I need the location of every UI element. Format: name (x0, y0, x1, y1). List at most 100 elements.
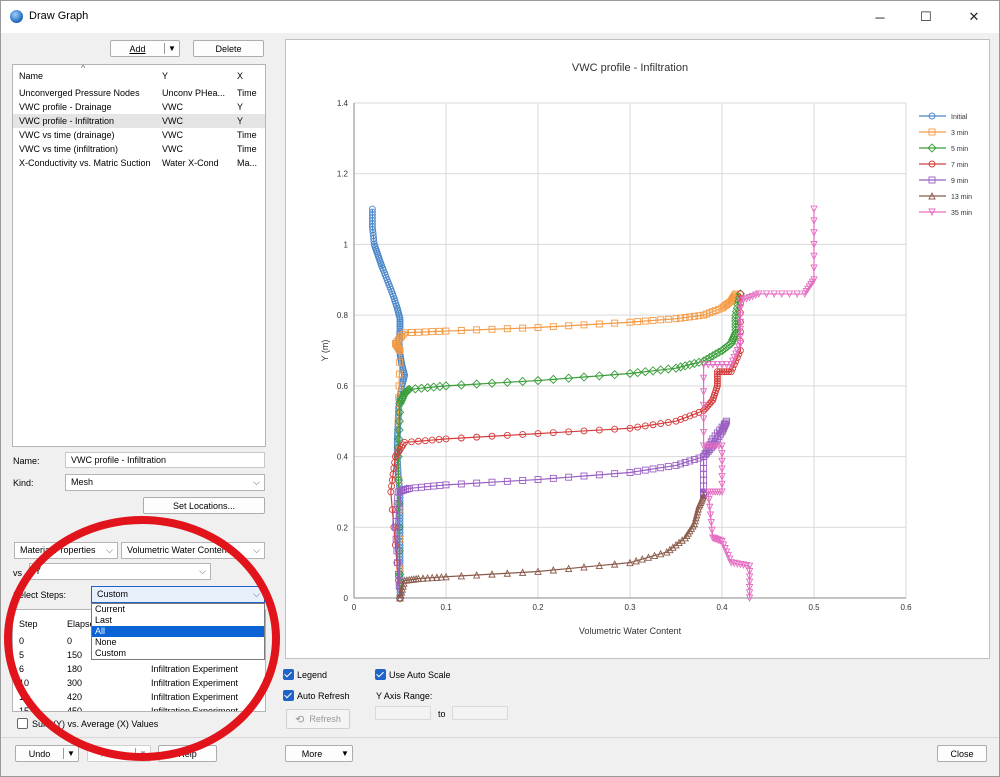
list-item-y: VWC (162, 144, 183, 154)
graph-list-header: Name Y X (13, 69, 265, 83)
table-row[interactable]: 10 300 Infiltration Experiment (13, 676, 265, 690)
column-header-x[interactable]: X (237, 69, 265, 83)
quantity-value: Volumetric Water Content (127, 545, 230, 555)
x-tick-label: 0.5 (808, 603, 820, 612)
option-current[interactable]: Current (92, 604, 264, 615)
add-label: Add (129, 43, 146, 54)
list-item-x: Time (237, 130, 257, 140)
y-tick-label: 0.4 (337, 453, 349, 462)
minimize-button[interactable]: ─ (857, 1, 903, 33)
undo-label: Undo (28, 748, 51, 759)
chart-panel: 0 0.1 0.2 0.3 0.4 0.5 0.6 0 0.2 0.4 0.6 0.8 1 1.2 1.4 V… (285, 39, 990, 659)
list-item-x: Time (237, 144, 257, 154)
to-label: to (438, 709, 446, 719)
description-cell: Infiltration Experiment (151, 706, 239, 712)
name-field[interactable]: VWC profile - Infiltration (65, 452, 265, 468)
column-header-y[interactable]: Y (162, 69, 232, 83)
list-item-x: Time (237, 88, 257, 98)
sum-average-checkbox[interactable] (17, 718, 28, 729)
y-tick-label: 1.2 (337, 170, 349, 179)
redo-button[interactable]: Redo ▼ (87, 745, 151, 762)
option-last[interactable]: Last (92, 615, 264, 626)
select-steps-value: Custom (97, 589, 129, 599)
chart-title: VWC profile - Infiltration (572, 62, 688, 74)
series-line (390, 293, 741, 599)
option-none[interactable]: None (92, 637, 264, 648)
app-icon (10, 10, 23, 23)
chevron-down-icon[interactable]: ▼ (64, 749, 78, 758)
draw-graph-window: Draw Graph ─ ☐ ✕ Add ▼ Delete ^ Name Y X… (0, 0, 1000, 777)
kind-select[interactable]: Mesh ⌵ (65, 474, 265, 491)
list-item-name: VWC vs time (infiltration) (19, 144, 119, 154)
list-item[interactable]: VWC vs time (infiltration) VWC Time (13, 142, 265, 156)
close-button[interactable]: Close (937, 745, 987, 762)
y-axis-max-field[interactable] (452, 706, 508, 720)
elapsed-cell: 450 (67, 706, 83, 712)
add-button[interactable]: Add ▼ (110, 40, 180, 57)
elapsed-cell: 180 (67, 664, 83, 674)
sum-average-label: Sum (Y) vs. Average (X) Values (32, 719, 159, 729)
y-axis-range-label: Y Axis Range: (376, 691, 433, 701)
chevron-down-icon[interactable]: ▼ (136, 749, 150, 758)
kind-label: Kind: (13, 478, 34, 488)
legend-label: 5 min (951, 146, 968, 153)
y-tick-label: 0.2 (337, 523, 349, 532)
chevron-down-icon: ⌵ (199, 566, 206, 576)
list-item-name: Unconverged Pressure Nodes (19, 88, 140, 98)
step-cell: 14 (19, 692, 30, 702)
list-item[interactable]: VWC profile - Drainage VWC Y (13, 100, 265, 114)
chevron-down-icon: ⌵ (253, 589, 260, 599)
auto-refresh-checkbox[interactable] (283, 690, 294, 701)
delete-button[interactable]: Delete (193, 40, 264, 57)
table-row[interactable]: 14 420 Infiltration Experiment (13, 690, 265, 704)
description-cell: Infiltration Experiment (151, 664, 239, 674)
close-window-button[interactable]: ✕ (951, 1, 997, 33)
category-select[interactable]: Material Properties ⌵ (14, 542, 118, 559)
description-cell: Infiltration Experiment (151, 678, 239, 688)
list-item-y: Unconv PHea... (162, 88, 226, 98)
legend-label: 7 min (951, 162, 968, 169)
chevron-down-icon[interactable]: ▼ (165, 44, 179, 53)
table-row[interactable]: 6 180 Infiltration Experiment (13, 662, 265, 676)
step-cell: 10 (19, 678, 30, 688)
series-line (703, 209, 815, 598)
undo-button[interactable]: Undo ▼ (15, 745, 79, 762)
graph-list[interactable]: ^ Name Y X Unconverged Pressure Nodes Un… (12, 64, 266, 447)
help-button[interactable]: Help (158, 745, 217, 762)
option-all[interactable]: All (92, 626, 264, 637)
x-tick-label: 0.6 (900, 603, 912, 612)
list-item[interactable]: X-Conductivity vs. Matric Suction Water … (13, 156, 265, 170)
set-locations-button[interactable]: Set Locations... (143, 497, 265, 514)
list-item-selected[interactable]: VWC profile - Infiltration VWC Y (13, 114, 265, 128)
list-item[interactable]: Unconverged Pressure Nodes Unconv PHea..… (13, 86, 265, 100)
refresh-button[interactable]: ⟲ Refresh (286, 709, 350, 729)
quantity-select[interactable]: Volumetric Water Content ⌵ (121, 542, 265, 559)
y-axis-label: Y (m) (320, 340, 330, 362)
footer-divider (1, 737, 999, 738)
column-header-step[interactable]: Step (19, 617, 38, 631)
vs-select[interactable]: Y ⌵ (29, 563, 211, 580)
vwc-chart: 0 0.1 0.2 0.3 0.4 0.5 0.6 0 0.2 0.4 0.6 0.8 1 1.2 1.4 V… (320, 62, 972, 636)
use-auto-scale-label: Use Auto Scale (389, 670, 451, 680)
kind-value: Mesh (71, 477, 94, 487)
redo-label: Redo (100, 748, 123, 759)
list-item-x: Ma... (237, 158, 258, 168)
y-axis-min-field[interactable] (375, 706, 431, 720)
legend-label: 35 min (951, 210, 972, 217)
chevron-down-icon[interactable]: ▼ (338, 749, 352, 758)
select-steps-select[interactable]: Custom ⌵ (91, 586, 265, 603)
step-cell: 6 (19, 664, 25, 674)
list-item-x: Y (237, 116, 244, 126)
list-item[interactable]: VWC vs time (drainage) VWC Time (13, 128, 265, 142)
legend-checkbox[interactable] (283, 669, 294, 680)
elapsed-cell: 420 (67, 692, 83, 702)
elapsed-cell: 150 (67, 650, 83, 660)
legend-label: 13 min (951, 194, 972, 201)
legend-label: Initial (951, 114, 968, 121)
maximize-button[interactable]: ☐ (903, 1, 949, 33)
option-custom[interactable]: Custom (92, 648, 264, 659)
column-header-name[interactable]: Name (19, 69, 159, 83)
use-auto-scale-checkbox[interactable] (375, 669, 386, 680)
table-row[interactable]: 15 450 Infiltration Experiment (13, 704, 265, 712)
more-button[interactable]: More ▼ (285, 745, 353, 762)
